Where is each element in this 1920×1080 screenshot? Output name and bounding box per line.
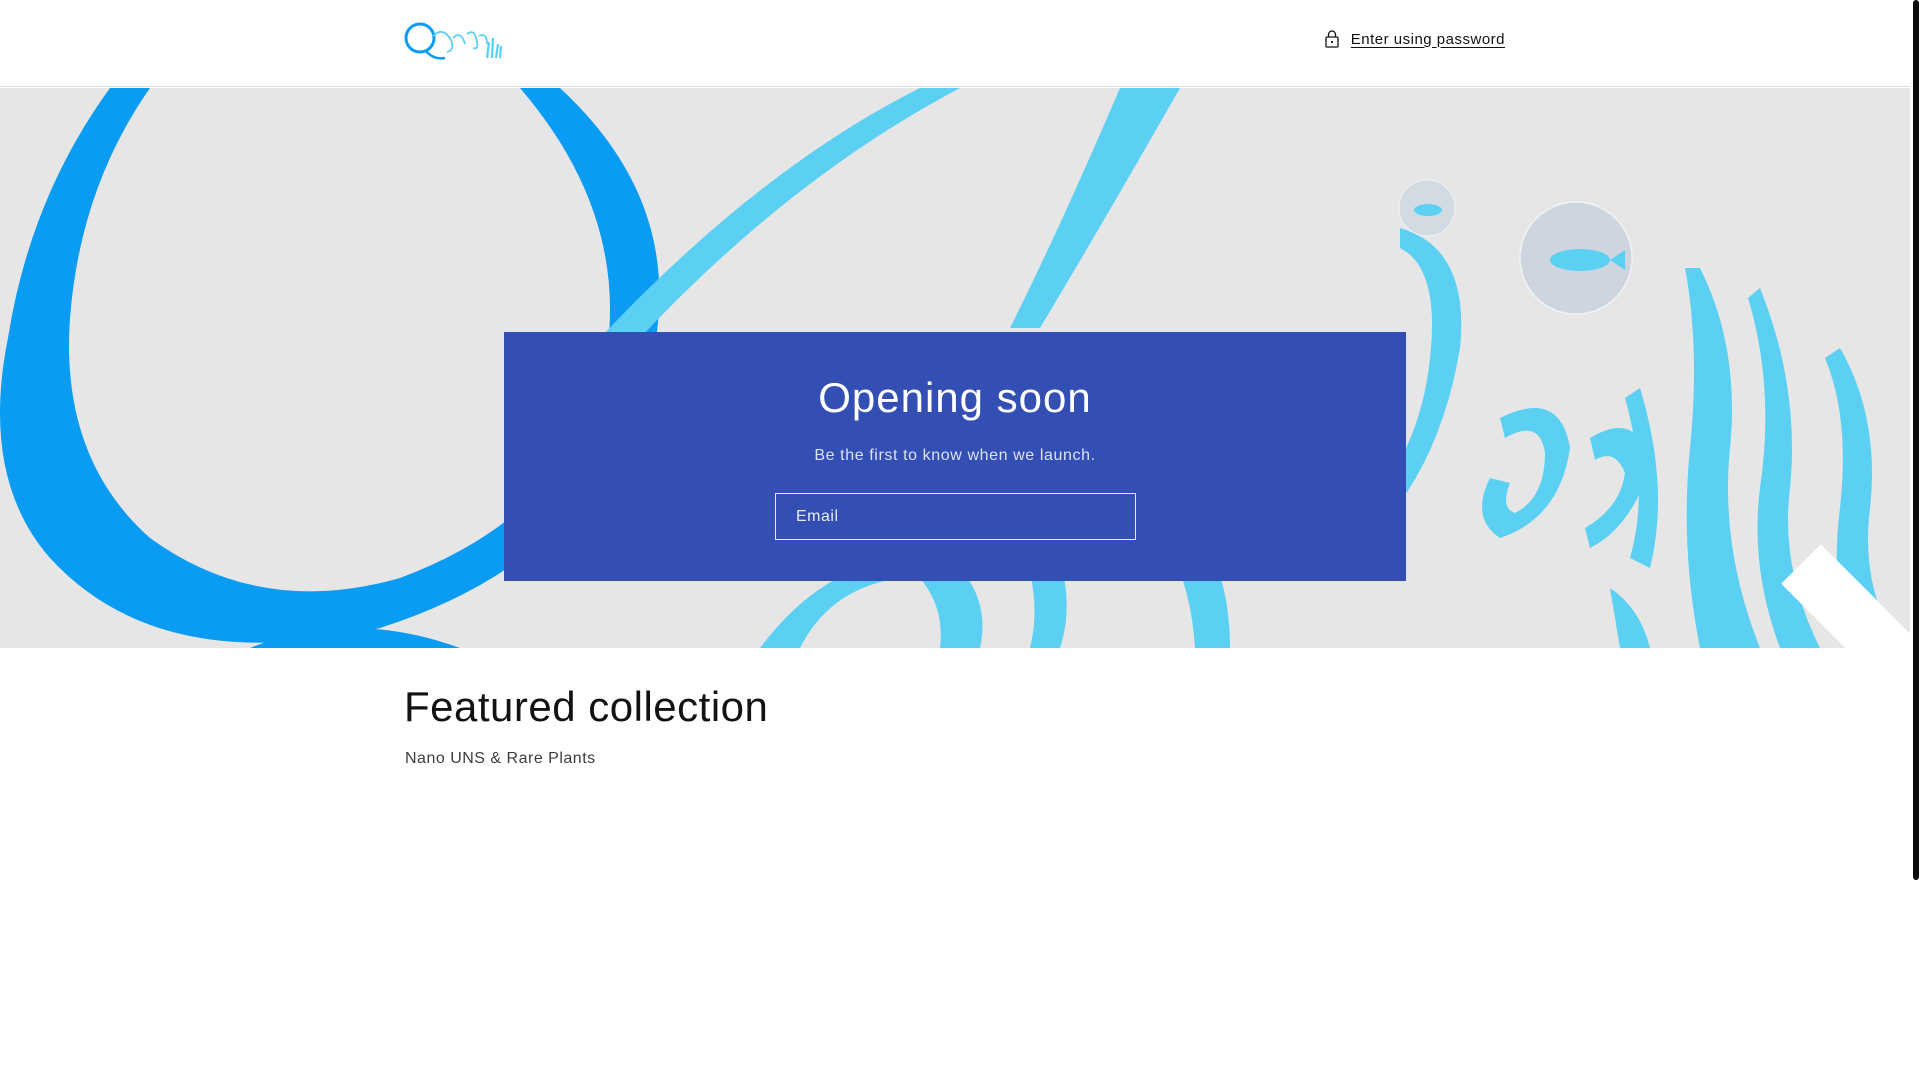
lock-icon [1325,30,1339,48]
hero-banner: Opening soon Be the first to know when w… [0,88,1910,648]
featured-collection-heading: Featured collection [404,683,769,730]
page: Enter using password Opening soon Be the… [0,0,1920,1080]
newsletter-signup-box: Opening soon Be the first to know when w… [504,332,1910,648]
email-field [775,493,1910,648]
subscribe-button[interactable] [1091,494,1910,648]
enter-password-label[interactable]: Enter using password [1351,31,1505,48]
enter-password-link[interactable]: Enter using password [1323,29,1505,49]
opening-soon-heading: Opening soon [818,374,1092,421]
arrow-right-icon [1781,544,1910,648]
site-logo[interactable] [403,16,503,66]
site-header: Enter using password [0,0,1910,87]
featured-collection-description: Nano UNS & Rare Plants [405,750,596,767]
launch-notice-text: Be the first to know when we launch. [814,447,1096,464]
scrollbar-thumb[interactable] [1913,0,1919,880]
viewport: Enter using password Opening soon Be the… [0,0,1910,1080]
page-scrollbar[interactable] [1910,0,1920,1080]
